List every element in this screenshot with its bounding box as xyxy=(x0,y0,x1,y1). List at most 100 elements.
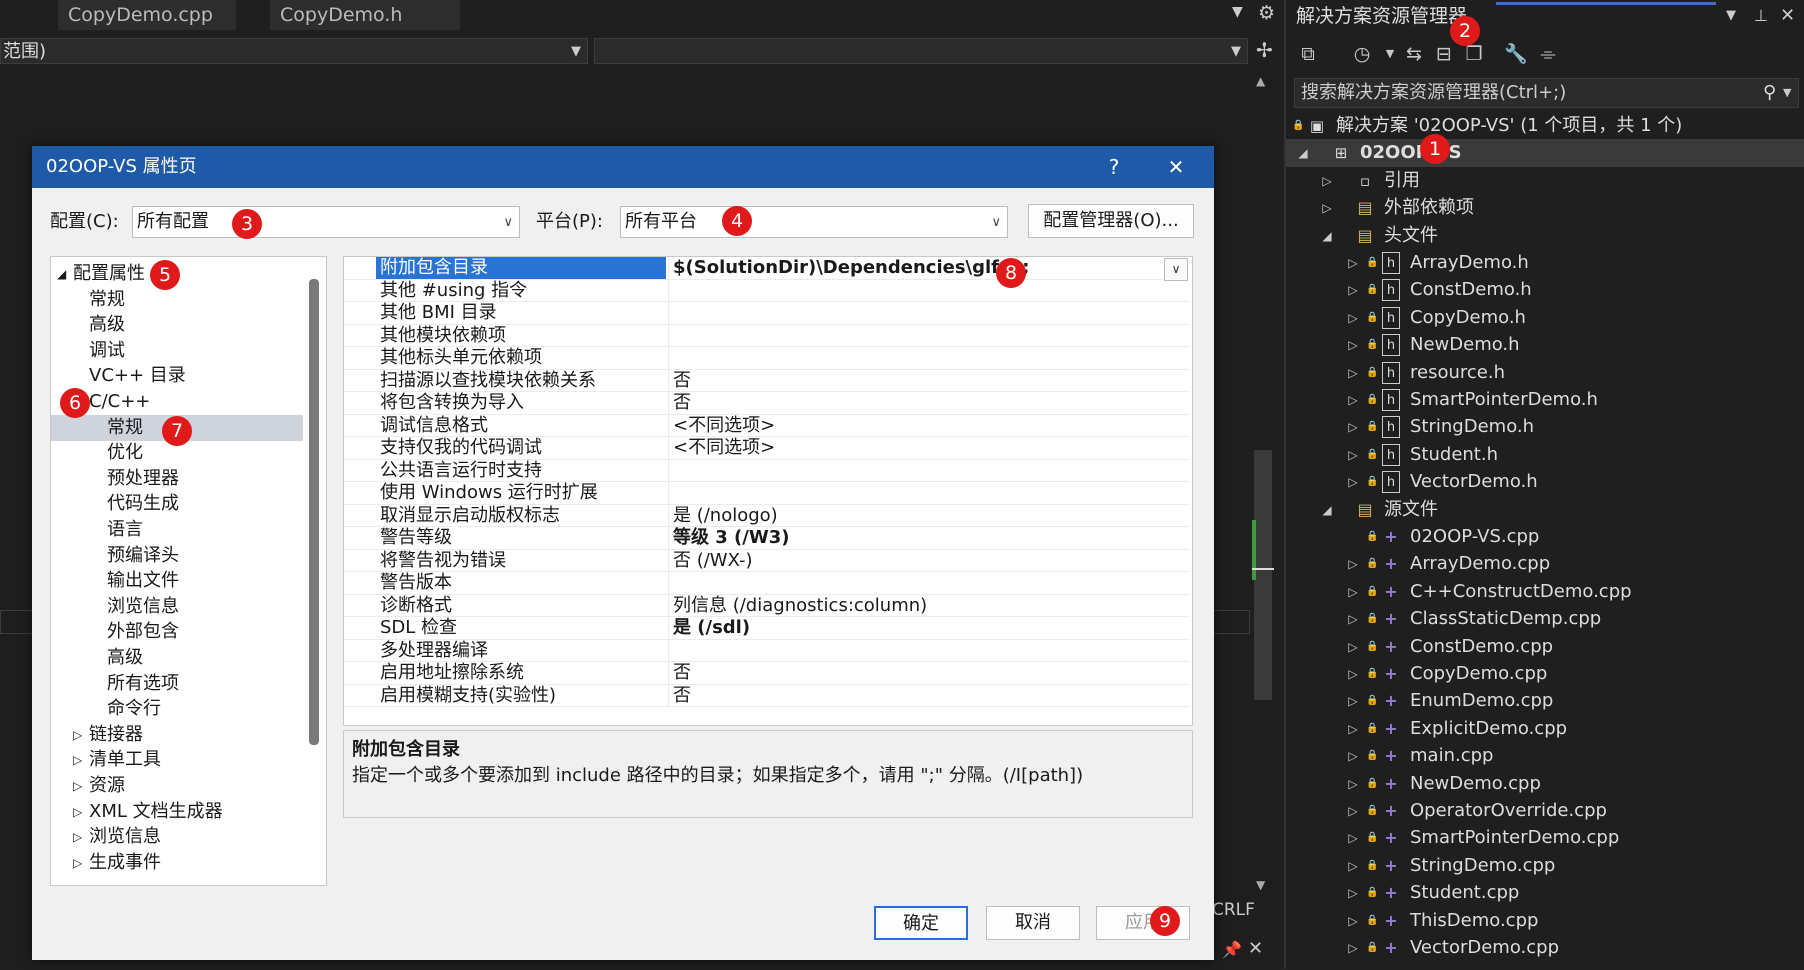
close-icon[interactable]: ✕ xyxy=(1780,0,1795,32)
property-row[interactable]: 附加包含目录 $(SolutionDir)\Dependencies\glfw\;… xyxy=(344,257,1190,281)
tree-file-source[interactable]: ▷ 🔒 + Student.cpp xyxy=(1286,879,1804,907)
tree-solution[interactable]: 🔒 ▣ 解决方案 '02OOP-VS' (1 个项目，共 1 个) xyxy=(1286,112,1804,140)
tree-file-source[interactable]: ▷ 🔒 + OperatorOverride.cpp xyxy=(1286,797,1804,825)
category-item[interactable]: 调试 xyxy=(51,338,303,364)
collapsed-arrow-icon[interactable]: ▷ xyxy=(1346,852,1360,880)
collapsed-arrow-icon[interactable]: ▷ xyxy=(1346,879,1360,907)
collapsed-arrow-icon[interactable]: ▷ xyxy=(1320,194,1334,222)
collapsed-arrow-icon[interactable]: ▷ xyxy=(1346,633,1360,661)
property-row[interactable]: 将警告视为错误 否 (/WX-) xyxy=(344,549,1190,572)
config-dropdown[interactable]: 所有配置 ∨ xyxy=(132,206,520,238)
category-sub-item[interactable]: 预编译头 xyxy=(51,543,303,569)
cancel-button[interactable]: 取消 xyxy=(986,906,1080,940)
gear-icon[interactable]: ⚙ xyxy=(1258,2,1275,24)
collapsed-arrow-icon[interactable]: ▷ xyxy=(1346,441,1360,469)
collapsed-arrow-icon[interactable]: ▷ xyxy=(1346,359,1360,387)
tree-file-header[interactable]: ▷ 🔒 h ConstDemo.h xyxy=(1286,276,1804,304)
tree-scrollbar[interactable] xyxy=(309,279,319,745)
property-row[interactable]: 启用模糊支持(实验性) 否 xyxy=(344,684,1190,707)
property-row[interactable]: 扫描源以查找模块依赖关系 否 xyxy=(344,369,1190,392)
property-row[interactable]: 诊断格式 列信息 (/diagnostics:column) xyxy=(344,594,1190,617)
property-row[interactable]: 警告版本 xyxy=(344,572,1190,595)
platform-dropdown[interactable]: 所有平台 ∨ xyxy=(620,206,1008,238)
expanded-arrow-icon[interactable]: ◢ xyxy=(1320,222,1334,250)
tree-file-source[interactable]: ▷ 🔒 + ThisDemo.cpp xyxy=(1286,907,1804,935)
tree-file-header[interactable]: ▷ 🔒 h StringDemo.h xyxy=(1286,413,1804,441)
tab-copydemo-cpp[interactable]: CopyDemo.cpp xyxy=(58,0,236,30)
property-row[interactable]: 将包含转换为导入 否 xyxy=(344,392,1190,415)
tree-file-header[interactable]: ▷ 🔒 h resource.h xyxy=(1286,359,1804,387)
collapsed-arrow-icon[interactable]: ▷ xyxy=(1346,934,1360,962)
tree-file-source[interactable]: ▷ 🔒 + SmartPointerDemo.cpp xyxy=(1286,824,1804,852)
tree-file-source[interactable]: 🔒 +02OOP-VS.cpp xyxy=(1286,523,1804,551)
chevron-down-icon[interactable]: ▼ xyxy=(1726,0,1736,32)
expanded-arrow-icon[interactable]: ◢ xyxy=(57,261,66,287)
collapsed-arrow-icon[interactable]: ▷ xyxy=(73,722,82,748)
collapsed-arrow-icon[interactable]: ▷ xyxy=(1346,578,1360,606)
category-item[interactable]: VC++ 目录 xyxy=(51,363,303,389)
collapsed-arrow-icon[interactable]: ▷ xyxy=(1320,167,1334,195)
tree-references[interactable]: ▷ ▫ 引用 xyxy=(1286,167,1804,195)
collapsed-arrow-icon[interactable]: ▷ xyxy=(73,850,82,876)
property-row[interactable]: 其他模块依赖项 xyxy=(344,324,1190,347)
collapsed-arrow-icon[interactable]: ▷ xyxy=(1346,605,1360,633)
help-button[interactable]: ? xyxy=(1092,146,1136,188)
chevron-down-icon[interactable]: ▼ xyxy=(1783,79,1791,107)
tree-external-deps[interactable]: ▷ ▤ 外部依赖项 xyxy=(1286,194,1804,222)
pin-icon[interactable]: 📌 xyxy=(1222,940,1242,959)
category-item-collapsed[interactable]: ▷ 链接器 xyxy=(51,722,303,748)
expanded-arrow-icon[interactable]: ◢ xyxy=(1296,139,1310,167)
collapsed-arrow-icon[interactable]: ▷ xyxy=(73,747,82,773)
category-sub-item[interactable]: 预处理器 xyxy=(51,466,303,492)
sync-with-document-icon[interactable]: ⇆ xyxy=(1402,42,1426,66)
scrollbar-thumb[interactable] xyxy=(1254,450,1272,700)
line-ending-indicator[interactable]: CRLF xyxy=(1212,900,1272,926)
collapsed-arrow-icon[interactable]: ▷ xyxy=(73,773,82,799)
category-item-collapsed[interactable]: ▷ XML 文档生成器 xyxy=(51,799,303,825)
ok-button[interactable]: 确定 xyxy=(874,906,968,940)
tree-file-header[interactable]: ▷ 🔒 h Student.h xyxy=(1286,441,1804,469)
chevron-down-icon[interactable]: ∨ xyxy=(1164,258,1188,281)
property-row[interactable]: 取消显示启动版权标志 是 (/nologo) xyxy=(344,504,1190,527)
collapsed-arrow-icon[interactable]: ▷ xyxy=(1346,907,1360,935)
tree-file-header[interactable]: ▷ 🔒 h ArrayDemo.h xyxy=(1286,249,1804,277)
collapsed-arrow-icon[interactable]: ▷ xyxy=(1346,276,1360,304)
category-sub-item[interactable]: 语言 xyxy=(51,517,303,543)
tree-file-source[interactable]: ▷ 🔒 + CopyDemo.cpp xyxy=(1286,660,1804,688)
preview-selected-items-icon[interactable]: ⌯ xyxy=(1536,42,1560,66)
collapsed-arrow-icon[interactable]: ▷ xyxy=(1346,824,1360,852)
category-item-collapsed[interactable]: ▷ 清单工具 xyxy=(51,747,303,773)
collapse-all-icon[interactable]: ⊟ xyxy=(1432,42,1456,66)
config-manager-button[interactable]: 配置管理器(O)... xyxy=(1028,204,1194,238)
property-row[interactable]: 多处理器编译 xyxy=(344,639,1190,662)
tree-file-source[interactable]: ▷ 🔒 + ExplicitDemo.cpp xyxy=(1286,715,1804,743)
collapsed-arrow-icon[interactable]: ▷ xyxy=(1346,304,1360,332)
close-icon[interactable]: ✕ xyxy=(1248,938,1263,959)
category-item[interactable]: 常规 xyxy=(51,287,303,313)
solution-explorer-search-input[interactable]: 搜索解决方案资源管理器(Ctrl+;) ⚲ ▼ xyxy=(1294,78,1799,108)
collapsed-arrow-icon[interactable]: ▷ xyxy=(1346,331,1360,359)
property-row[interactable]: 使用 Windows 运行时扩展 xyxy=(344,482,1190,505)
tree-file-source[interactable]: ▷ 🔒 + StringDemo.cpp xyxy=(1286,852,1804,880)
tab-overflow-chevron-icon[interactable]: ▼ xyxy=(1232,4,1243,20)
collapsed-arrow-icon[interactable]: ▷ xyxy=(73,799,82,825)
collapsed-arrow-icon[interactable]: ▷ xyxy=(1346,413,1360,441)
tree-file-header[interactable]: ▷ 🔒 h VectorDemo.h xyxy=(1286,468,1804,496)
category-sub-item[interactable]: 浏览信息 xyxy=(51,594,303,620)
close-button[interactable]: ✕ xyxy=(1154,146,1198,188)
property-value[interactable]: $(SolutionDir)\Dependencies\glfw\; xyxy=(668,257,1188,279)
properties-wrench-icon[interactable]: 🔧 xyxy=(1504,42,1528,66)
scroll-down-icon[interactable]: ▼ xyxy=(1256,878,1265,892)
tree-file-source[interactable]: ▷ 🔒 + C++ConstructDemo.cpp xyxy=(1286,578,1804,606)
collapsed-arrow-icon[interactable]: ▷ xyxy=(1346,797,1360,825)
property-row[interactable]: 其他 BMI 目录 xyxy=(344,302,1190,325)
property-row[interactable]: 调试信息格式 <不同选项> xyxy=(344,414,1190,437)
tree-file-header[interactable]: ▷ 🔒 h NewDemo.h xyxy=(1286,331,1804,359)
tree-file-source[interactable]: ▷ 🔒 + EnumDemo.cpp xyxy=(1286,687,1804,715)
tree-file-source[interactable]: ▷ 🔒 + ConstDemo.cpp xyxy=(1286,633,1804,661)
collapsed-arrow-icon[interactable]: ▷ xyxy=(1346,742,1360,770)
tree-file-header[interactable]: ▷ 🔒 h CopyDemo.h xyxy=(1286,304,1804,332)
pending-changes-filter-icon[interactable]: ◷ xyxy=(1350,42,1374,66)
editor-vertical-scrollbar[interactable]: ▲ ▼ xyxy=(1252,70,1274,900)
expanded-arrow-icon[interactable]: ◢ xyxy=(1320,496,1334,524)
